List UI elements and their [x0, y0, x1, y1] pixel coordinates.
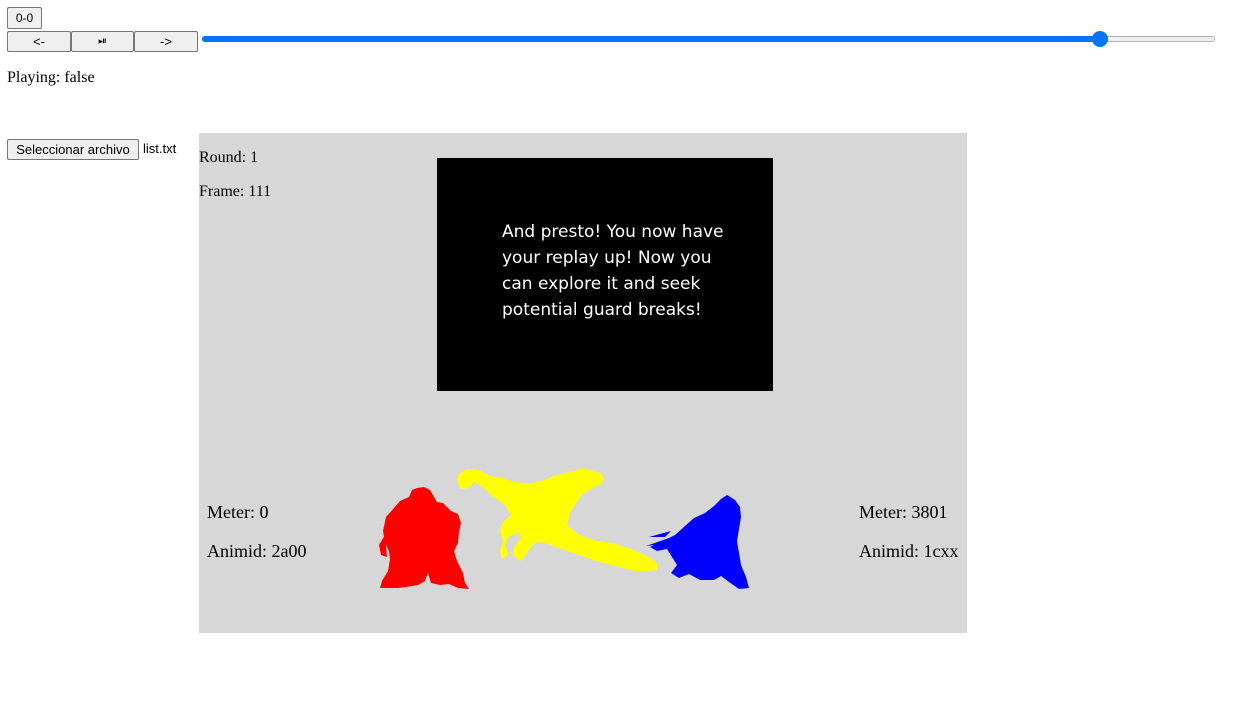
player1-animid: Animid: 2a00	[207, 541, 307, 561]
player2-fighter-sprite	[646, 495, 749, 589]
playing-status: Playing: false	[7, 69, 95, 86]
player1-meter: Meter: 0	[207, 502, 269, 522]
timeline-progress	[202, 36, 1101, 42]
play-pause-button[interactable]: ⏯	[71, 31, 134, 52]
timeline-slider[interactable]	[202, 31, 1215, 47]
player1-fighter-sprite	[379, 487, 469, 589]
assist-fighter-sprite	[458, 468, 657, 571]
replay-stage: Round: 1 Frame: 111 And presto! You now …	[199, 133, 967, 633]
counter-button[interactable]: 0-0	[7, 7, 42, 29]
fighters-layer	[379, 468, 749, 589]
previous-frame-button[interactable]: <-	[7, 31, 71, 52]
timeline-thumb[interactable]	[1092, 31, 1109, 47]
next-frame-button[interactable]: ->	[134, 31, 198, 52]
player2-animid: Animid: 1cxx	[859, 541, 959, 561]
choose-file-button[interactable]: Seleccionar archivo	[7, 139, 139, 160]
player2-meter: Meter: 3801	[859, 502, 948, 522]
selected-file-name: list.txt	[143, 141, 177, 156]
